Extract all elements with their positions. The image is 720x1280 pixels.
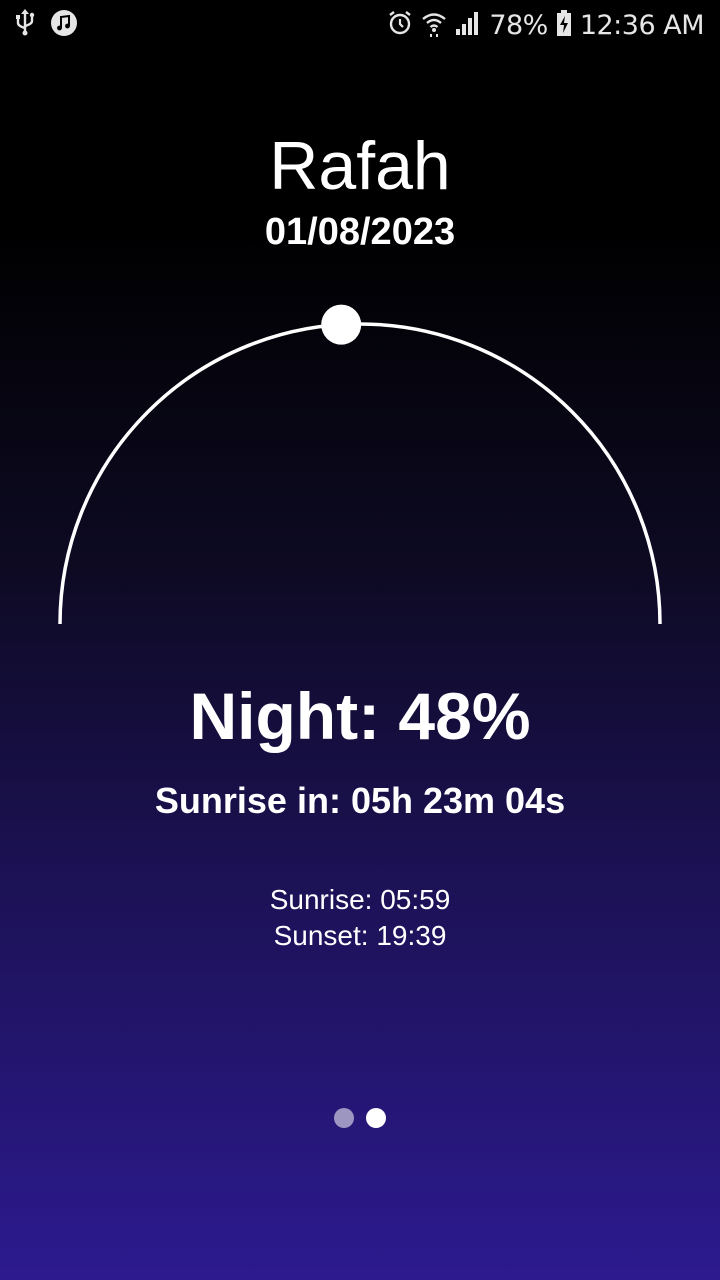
sun-times: Sunrise: 05:59 Sunset: 19:39 <box>0 882 720 954</box>
sunrise-countdown: Sunrise in: 05h 23m 04s <box>154 780 566 821</box>
page-indicator <box>0 1108 720 1128</box>
battery-charging-icon <box>556 9 572 42</box>
city-name: Rafah <box>269 128 451 204</box>
battery-level: 78% <box>489 9 548 41</box>
signal-icon <box>455 10 481 41</box>
wifi-icon <box>421 9 447 42</box>
day-phase-label: Night: 48% <box>189 679 531 753</box>
status-clock: 12:36 AM <box>579 9 705 41</box>
status-right: 78% 12:36 AM <box>379 9 705 42</box>
usb-icon <box>14 8 36 42</box>
status-bar: 78% 12:36 AM <box>0 0 720 50</box>
sun-arc <box>58 304 662 625</box>
page-dot-1[interactable] <box>334 1108 354 1128</box>
alarm-icon <box>387 9 413 42</box>
status-left <box>14 8 92 42</box>
sunrise-time: Sunrise: 05:59 <box>269 884 451 915</box>
sunset-time: Sunset: 19:39 <box>273 920 447 951</box>
music-icon <box>50 9 78 42</box>
page-dot-2[interactable] <box>366 1108 386 1128</box>
date-label: 01/08/2023 <box>264 211 456 253</box>
sun-position-marker <box>321 304 362 345</box>
sun-arc-path <box>58 322 662 625</box>
